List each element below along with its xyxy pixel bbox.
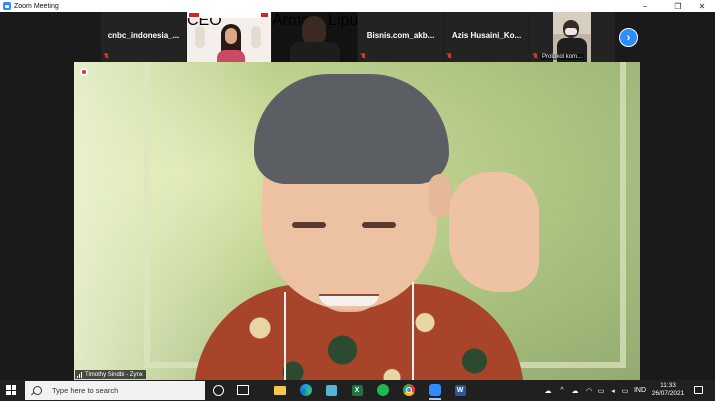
- speaker-eye: [362, 222, 396, 228]
- earphone-wire: [412, 282, 414, 380]
- wifi-icon[interactable]: ◠: [584, 385, 594, 396]
- signal-bars-icon: [77, 371, 82, 378]
- windows-start-icon[interactable]: [6, 385, 16, 395]
- volume-icon[interactable]: ◂: [608, 385, 618, 396]
- battery-icon[interactable]: ▭: [620, 385, 630, 396]
- edge-icon[interactable]: [299, 383, 313, 397]
- participant-tile[interactable]: Azis Husaini_Ko...: [444, 12, 529, 62]
- cloud-icon[interactable]: ☁: [570, 385, 580, 396]
- taskbar: Type here to search X W ☁ ^ ☁ ◠ ▭ ◂ ▭ IN…: [0, 380, 715, 401]
- participant-name: Bisnis.com_akb...: [366, 31, 435, 40]
- minimize-button[interactable]: −: [634, 0, 656, 12]
- slide-header: [187, 12, 271, 18]
- next-page-button[interactable]: ›: [619, 28, 638, 47]
- zoom-app-icon: [3, 2, 11, 10]
- maximize-button[interactable]: ❐: [667, 0, 689, 12]
- participant-video-tile[interactable]: CEO: [187, 12, 271, 62]
- close-button[interactable]: ✕: [691, 0, 713, 12]
- participant-tile[interactable]: Bisnis.com_akb...: [358, 12, 443, 62]
- slide-figure: [251, 26, 261, 48]
- taskbar-search-box[interactable]: Type here to search: [25, 381, 205, 400]
- language-indicator[interactable]: IND: [632, 385, 648, 396]
- earphone-wire: [284, 292, 286, 380]
- search-placeholder: Type here to search: [52, 386, 119, 395]
- search-icon: [33, 386, 42, 395]
- task-view-icon[interactable]: [236, 383, 250, 397]
- app-icon[interactable]: [324, 383, 338, 397]
- clock-time: 11:33: [660, 382, 676, 389]
- cortana-icon[interactable]: [211, 383, 225, 397]
- notifications-icon[interactable]: [694, 386, 703, 394]
- speaker-hand: [449, 172, 539, 292]
- speaker-name-tag: Timothy Sindbi - Zynx: [75, 370, 146, 379]
- word-icon[interactable]: W: [453, 383, 467, 397]
- participant-video-tile[interactable]: Arman_Liputanin...: [272, 12, 357, 62]
- chevron-up-icon[interactable]: ^: [558, 385, 566, 396]
- participant-name: Protokol kom...: [540, 54, 585, 60]
- weather-icon[interactable]: ☁: [542, 385, 554, 396]
- person-face: [225, 28, 237, 44]
- speaker-mouth: [319, 294, 379, 306]
- person-body: [290, 42, 340, 62]
- window-titlebar: Zoom Meeting − ❐ ✕: [0, 0, 715, 12]
- mic-muted-icon: [361, 53, 367, 59]
- speaker-name: Timothy Sindbi - Zynx: [85, 371, 143, 378]
- excel-icon[interactable]: X: [350, 383, 364, 397]
- mic-muted-icon: [533, 53, 539, 59]
- mic-muted-icon: [447, 53, 453, 59]
- zoom-icon[interactable]: [428, 383, 442, 400]
- slide-figure: [195, 26, 205, 48]
- participant-name: Azis Husaini_Ko...: [451, 31, 522, 40]
- speaker-hair: [254, 74, 449, 184]
- speaker-ear: [429, 174, 451, 218]
- speaker-eye: [292, 222, 326, 228]
- taskbar-clock[interactable]: 11:33 26/07/2021: [650, 382, 686, 398]
- file-explorer-icon[interactable]: [273, 383, 287, 397]
- window-title: Zoom Meeting: [14, 2, 59, 10]
- participant-strip: cnbc_indonesia_... CEO Arman_Liputanin..…: [0, 12, 715, 62]
- clock-date: 26/07/2021: [651, 390, 685, 397]
- face-mask: [565, 28, 577, 35]
- chrome-icon[interactable]: [402, 383, 416, 397]
- spotify-icon[interactable]: [376, 383, 390, 397]
- brand-logo: [261, 13, 268, 17]
- display-icon[interactable]: ▭: [596, 385, 606, 396]
- person-shirt: [217, 50, 245, 62]
- participant-name: cnbc_indonesia_...: [107, 31, 180, 40]
- recording-icon: [80, 68, 88, 76]
- active-speaker-video: [74, 62, 640, 380]
- mic-muted-icon: [104, 53, 110, 59]
- brand-logo: [189, 13, 199, 17]
- participant-tile[interactable]: Protokol kom...: [530, 12, 615, 62]
- participant-tile[interactable]: cnbc_indonesia_...: [101, 12, 186, 62]
